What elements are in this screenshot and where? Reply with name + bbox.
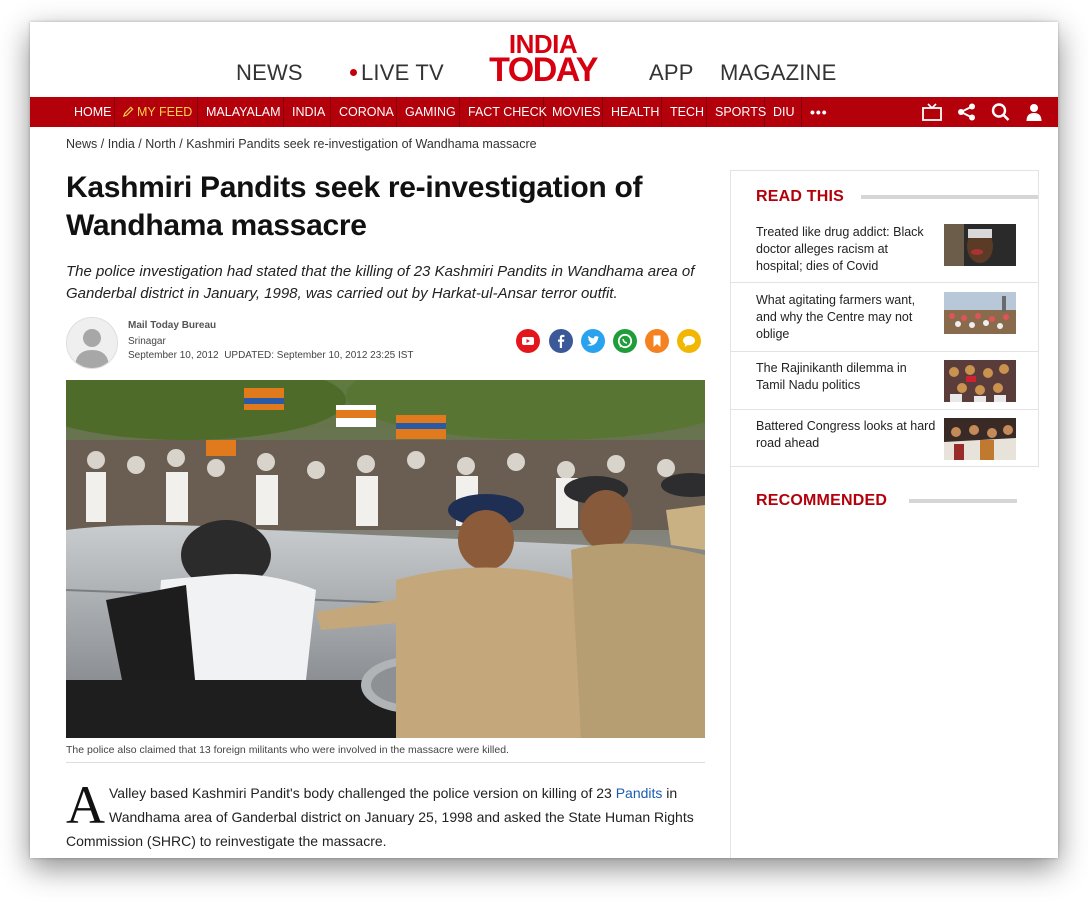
section-divider	[909, 499, 1017, 503]
article-updated: UPDATED: September 10, 2012 23:25 IST	[224, 350, 414, 361]
user-icon[interactable]	[1024, 103, 1044, 121]
nav-more-button[interactable]: •••	[802, 97, 840, 127]
breadcrumb-north[interactable]: North	[145, 137, 176, 151]
sidebar: READ THIS Treated like drug addict: Blac…	[730, 170, 1039, 858]
article-subtitle: The police investigation had stated that…	[66, 263, 695, 302]
search-icon[interactable]	[991, 103, 1011, 121]
tv-icon[interactable]	[922, 103, 942, 121]
nav-item-india[interactable]: INDIA	[284, 97, 331, 127]
youtube-icon[interactable]	[516, 329, 540, 353]
nav-news[interactable]: NEWS	[236, 60, 303, 86]
facebook-icon[interactable]	[549, 329, 573, 353]
article-date: September 10, 2012	[128, 350, 219, 361]
story-divider	[731, 282, 1038, 283]
author-name[interactable]: Mail Today Bureau	[128, 320, 216, 331]
read-this-story[interactable]: What agitating farmers want, and why the…	[756, 292, 1018, 344]
story-thumbnail[interactable]	[944, 418, 1016, 460]
story-divider	[731, 351, 1038, 352]
article-title: Kashmiri Pandits seek re-investigation o…	[66, 171, 643, 242]
author-avatar[interactable]	[66, 317, 118, 369]
nav-app[interactable]: APP	[649, 60, 694, 86]
nav-item-health[interactable]: HEALTH	[603, 97, 662, 127]
story-thumbnail[interactable]	[944, 292, 1016, 334]
read-this-story[interactable]: Battered Congress looks at hard road ahe…	[756, 418, 1018, 464]
recommended-title: RECOMMENDED	[756, 492, 888, 509]
breadcrumb-india[interactable]: India	[108, 137, 135, 151]
read-this-title: READ THIS	[756, 188, 845, 205]
nav-magazine[interactable]: MAGAZINE	[720, 60, 837, 86]
share-icon[interactable]	[957, 103, 977, 121]
live-dot-icon	[350, 68, 357, 76]
story-headline[interactable]: Treated like drug addict: Black doctor a…	[756, 224, 936, 275]
twitter-icon[interactable]	[581, 329, 605, 353]
nav-item-corona[interactable]: CORONA	[331, 97, 397, 127]
pandits-link[interactable]: Pandits	[616, 785, 663, 801]
article-dates: September 10, 2012 UPDATED: September 10…	[128, 350, 414, 361]
comment-icon[interactable]	[677, 329, 701, 353]
story-headline[interactable]: What agitating farmers want, and why the…	[756, 292, 936, 343]
nav-item-my-feed-label: MY FEED	[137, 105, 193, 119]
site-header: NEWS LIVE TV INDIA TODAY APP MAGAZINE	[30, 22, 1058, 97]
nav-item-fact-check[interactable]: FACT CHECK	[460, 97, 547, 127]
read-this-box: READ THIS Treated like drug addict: Blac…	[731, 170, 1039, 467]
nav-item-tech[interactable]: TECH	[662, 97, 707, 127]
breadcrumb-separator: /	[175, 137, 187, 151]
main-nav-bar: HOME MY FEED MALAYALAM INDIA CORONA GAMI…	[30, 97, 1058, 127]
breadcrumb-news[interactable]: News	[66, 137, 97, 151]
story-headline[interactable]: Battered Congress looks at hard road ahe…	[756, 418, 936, 452]
breadcrumb-separator: /	[134, 137, 146, 151]
read-this-story[interactable]: The Rajinikanth dilemma in Tamil Nadu po…	[756, 360, 1018, 406]
breadcrumb-current: Kashmiri Pandits seek re-investigation o…	[186, 137, 537, 151]
story-headline[interactable]: The Rajinikanth dilemma in Tamil Nadu po…	[756, 360, 936, 394]
read-this-story[interactable]: Treated like drug addict: Black doctor a…	[756, 224, 1018, 274]
nav-item-diu[interactable]: DIU	[765, 97, 802, 127]
story-thumbnail[interactable]	[944, 360, 1016, 402]
nav-item-home[interactable]: HOME	[66, 97, 115, 127]
nav-item-movies[interactable]: MOVIES	[544, 97, 603, 127]
nav-live-tv[interactable]: LIVE TV	[350, 60, 444, 86]
nav-item-my-feed[interactable]: MY FEED	[115, 97, 198, 127]
browser-page: NEWS LIVE TV INDIA TODAY APP MAGAZINE HO…	[30, 22, 1058, 858]
nav-item-sports[interactable]: SPORTS	[707, 97, 766, 127]
breadcrumb-separator: /	[97, 137, 108, 151]
image-caption: The police also claimed that 13 foreign …	[66, 744, 705, 763]
body-text-1: Valley based Kashmiri Pandit's body chal…	[109, 785, 616, 801]
breadcrumb: News / India / North / Kashmiri Pandits …	[66, 137, 537, 151]
pencil-icon	[122, 106, 134, 118]
story-thumbnail[interactable]	[944, 224, 1016, 266]
nav-item-gaming[interactable]: GAMING	[397, 97, 460, 127]
section-divider	[861, 195, 1038, 199]
nav-item-malayalam[interactable]: MALAYALAM	[198, 97, 284, 127]
logo-line-2: TODAY	[489, 50, 598, 89]
whatsapp-icon[interactable]	[613, 329, 637, 353]
article-main-image	[66, 380, 705, 738]
article-location: Srinagar	[128, 336, 166, 347]
drop-cap: A	[66, 775, 105, 835]
india-today-logo[interactable]: INDIA TODAY	[482, 31, 604, 89]
article-body: A Valley based Kashmiri Pandit's body cha…	[66, 775, 706, 853]
bookmark-icon[interactable]	[645, 329, 669, 353]
nav-live-tv-label: LIVE TV	[361, 60, 444, 85]
story-divider	[731, 409, 1038, 410]
